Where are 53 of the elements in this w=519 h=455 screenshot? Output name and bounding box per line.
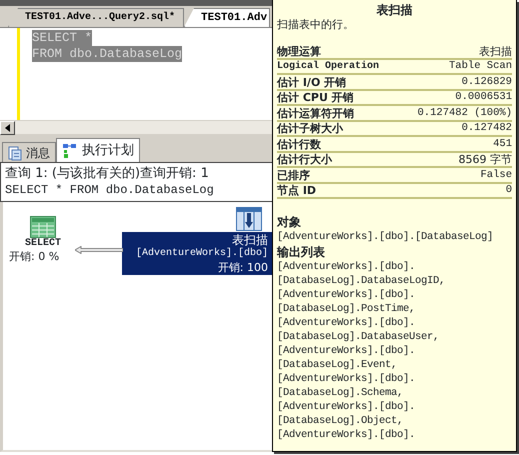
scroll-left-button[interactable]	[0, 121, 15, 135]
property-name: 物理运算	[277, 44, 321, 58]
property-name: 估计行大小	[277, 153, 332, 166]
property-name: 估计 I/O 开销	[277, 76, 346, 88]
result-tab[interactable]: 执行计划	[56, 138, 140, 162]
section-text: [AdventureWorks].[dbo].	[277, 344, 416, 358]
table-icon	[30, 216, 56, 238]
editor-tab[interactable]: TEST01.Adve...Query2.sql*	[8, 8, 184, 27]
query-text: SELECT * FROM dbo.DatabaseLog	[5, 182, 215, 199]
property-name: 估计子树大小	[277, 122, 343, 135]
property-value: 451	[493, 138, 512, 150]
property-name: 估计运算符开销	[277, 106, 354, 120]
result-tab[interactable]: 消息	[2, 142, 56, 162]
section-text: [DatabaseLog].Schema,	[277, 386, 404, 400]
property-name: 节点 ID	[277, 184, 316, 197]
property-value: False	[480, 168, 512, 182]
tooltip-description: 扫描表中的行。	[277, 18, 355, 32]
property-name: 已排序	[277, 168, 310, 182]
node-cost: 开销: 0 %	[9, 249, 60, 265]
section-text: [AdventureWorks].[dbo].	[277, 260, 416, 274]
section-text: [AdventureWorks].[dbo].	[277, 400, 416, 414]
section-text: [AdventureWorks].[dbo].[DatabaseLog]	[277, 230, 494, 244]
section-heading: 输出列表	[277, 245, 326, 260]
section-text: [DatabaseLog].DatabaseLogID,	[277, 274, 446, 288]
property-value: 0	[506, 184, 512, 197]
section-text: [DatabaseLog].Object,	[277, 414, 404, 428]
selected-node-label[interactable]: 表扫描 [AdventureWorks].[dbo] 开销: 100	[122, 232, 272, 275]
property-value: 0.0006531	[455, 91, 512, 104]
section-text: [AdventureWorks].[dbo].	[277, 428, 416, 442]
execution-plan-icon	[62, 142, 78, 158]
left-arrow-icon	[5, 124, 10, 132]
section-text: [DatabaseLog].Event,	[277, 358, 398, 372]
property-name: 估计 CPU 开销	[277, 91, 354, 104]
section-heading: 对象	[277, 215, 302, 230]
section-text: [DatabaseLog].DatabaseUser,	[277, 330, 440, 344]
node-label: SELECT	[25, 238, 62, 249]
property-value: 0.127482	[462, 122, 512, 135]
property-value: 8569 字节	[458, 153, 512, 166]
section-text: [AdventureWorks].[dbo].	[277, 288, 416, 302]
table-scan-icon	[236, 206, 262, 231]
property-name: Logical Operation	[277, 60, 380, 73]
flow-arrow	[75, 246, 123, 254]
property-value: 0.126829	[462, 76, 512, 88]
section-text: [DatabaseLog].PostTime,	[277, 302, 416, 316]
property-name: 估计行数	[277, 138, 321, 150]
property-value: Table Scan	[448, 60, 512, 73]
section-text: [AdventureWorks].[dbo].	[277, 316, 416, 330]
tooltip-title: 表扫描	[376, 2, 414, 18]
editor-tab[interactable]: TEST01.Adv	[184, 8, 270, 27]
section-text: [AdventureWorks].[dbo].	[277, 372, 416, 386]
property-value: 0.127482 (100%)	[417, 106, 512, 120]
property-value: 表扫描	[479, 44, 512, 58]
query-cost-text: 查询 1: (与该批有关的)查询开销: 1	[5, 165, 210, 182]
